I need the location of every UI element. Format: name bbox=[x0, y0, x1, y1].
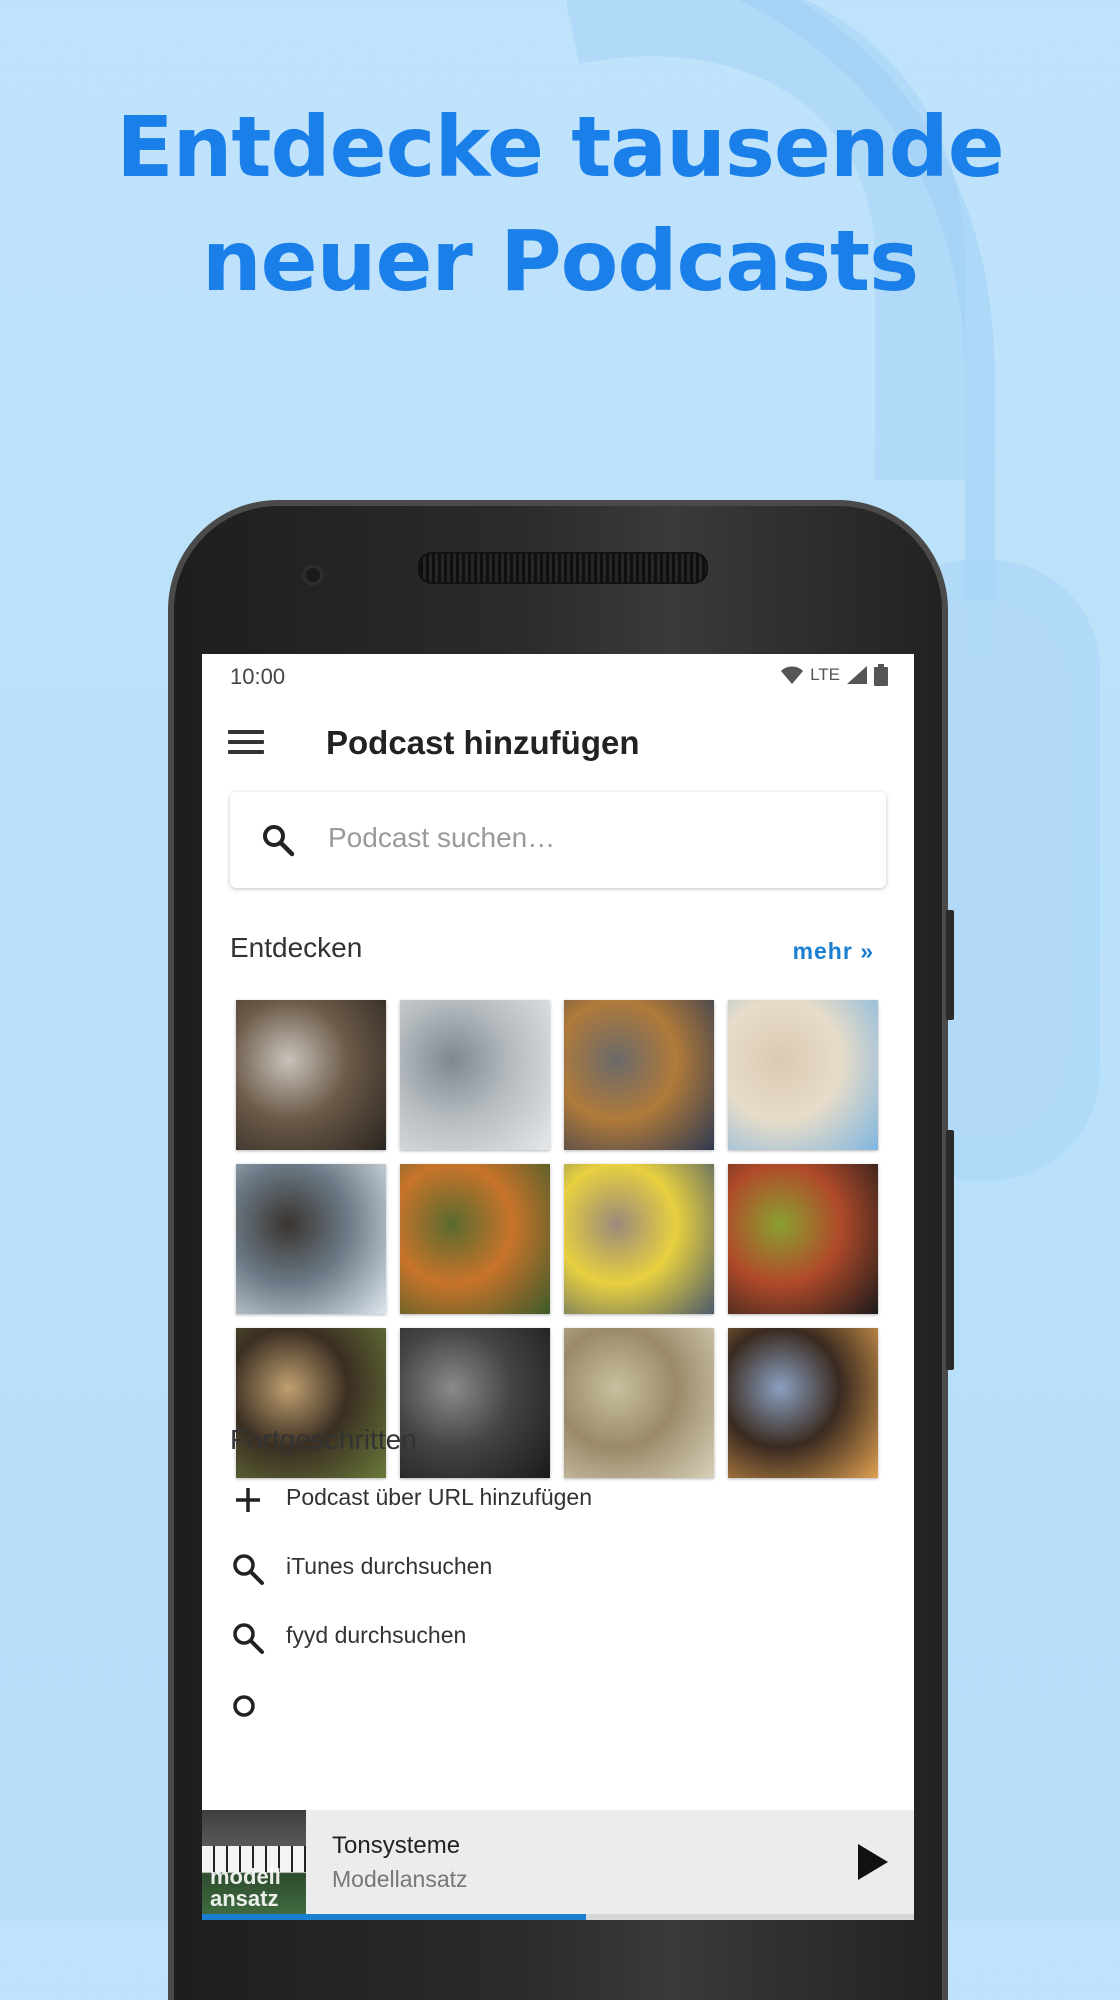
volume-button bbox=[946, 1130, 954, 1370]
status-bar: 10:00 LTE bbox=[202, 654, 914, 698]
podcast-name: Modellansatz bbox=[332, 1866, 468, 1892]
search-icon bbox=[263, 825, 295, 857]
podcast-tile[interactable] bbox=[564, 1164, 714, 1314]
podcast-tile[interactable] bbox=[564, 1328, 714, 1478]
app-screen: 10:00 LTE Podcast hinzufügen Podcast suc… bbox=[202, 654, 914, 1920]
podcast-tile[interactable] bbox=[400, 1000, 550, 1150]
podcast-tile[interactable] bbox=[400, 1164, 550, 1314]
wifi-icon bbox=[781, 666, 804, 684]
playback-progress-fill bbox=[202, 1914, 587, 1920]
search-placeholder: Podcast suchen… bbox=[328, 822, 556, 853]
podcast-tile[interactable] bbox=[728, 1164, 878, 1314]
search-fyyd-item[interactable]: fyyd durchsuchen bbox=[230, 1612, 870, 1662]
mini-player[interactable]: modell ansatz Tonsysteme Modellansatz bbox=[202, 1810, 914, 1920]
search-icon bbox=[233, 1623, 264, 1654]
plus-icon bbox=[236, 1488, 260, 1512]
search-fyyd-label: fyyd durchsuchen bbox=[286, 1622, 467, 1648]
front-camera bbox=[302, 564, 324, 586]
headline-line-1: Entdecke tausende bbox=[116, 98, 1005, 196]
earpiece-speaker bbox=[418, 552, 708, 584]
cover-text-line-2: ansatz bbox=[210, 1886, 279, 1911]
advanced-title: Fortgeschritten bbox=[230, 1424, 417, 1455]
cell-signal-icon bbox=[847, 666, 867, 684]
status-icons: LTE bbox=[780, 664, 888, 686]
podcast-tile[interactable] bbox=[564, 1000, 714, 1150]
search-icon bbox=[233, 1554, 264, 1585]
playback-progress bbox=[202, 1914, 914, 1920]
podcast-tile[interactable] bbox=[728, 1328, 878, 1478]
podcast-tile[interactable] bbox=[400, 1328, 550, 1478]
search-input[interactable]: Podcast suchen… bbox=[230, 792, 886, 888]
power-button bbox=[946, 910, 954, 1020]
battery-icon bbox=[874, 664, 888, 686]
cover-text-line-1: modell bbox=[210, 1864, 281, 1889]
page-title: Podcast hinzufügen bbox=[326, 724, 640, 761]
add-by-url-label: Podcast über URL hinzufügen bbox=[286, 1484, 593, 1510]
search-more-item[interactable] bbox=[230, 1684, 870, 1734]
podcast-cover: modell ansatz bbox=[202, 1810, 306, 1914]
hamburger-menu-icon[interactable] bbox=[228, 730, 264, 760]
add-by-url-item[interactable]: Podcast über URL hinzufügen bbox=[230, 1474, 870, 1524]
search-itunes-label: iTunes durchsuchen bbox=[286, 1553, 493, 1579]
app-bar: Podcast hinzufügen bbox=[202, 698, 914, 798]
play-icon[interactable] bbox=[852, 1840, 892, 1884]
more-link[interactable]: mehr » bbox=[793, 938, 874, 965]
discover-title: Entdecken bbox=[230, 932, 363, 963]
network-type: LTE bbox=[810, 665, 840, 684]
podcast-tile[interactable] bbox=[236, 1164, 386, 1314]
podcast-tile[interactable] bbox=[728, 1000, 878, 1150]
episode-title: Tonsysteme bbox=[332, 1832, 461, 1859]
marketing-headline: Entdecke tausende neuer Podcasts bbox=[0, 90, 1120, 318]
search-icon bbox=[233, 1695, 255, 1717]
search-itunes-item[interactable]: iTunes durchsuchen bbox=[230, 1543, 870, 1593]
status-time: 10:00 bbox=[230, 664, 286, 689]
headline-line-2: neuer Podcasts bbox=[201, 212, 919, 310]
podcast-tile[interactable] bbox=[236, 1000, 386, 1150]
